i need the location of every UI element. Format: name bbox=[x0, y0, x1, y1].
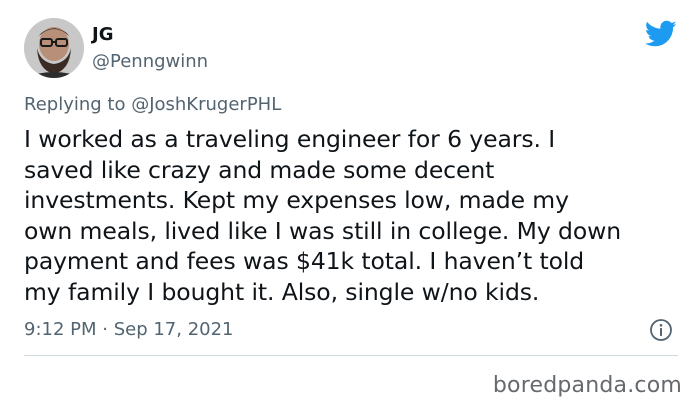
tweet-line: own meals, lived like I was still in col… bbox=[24, 216, 622, 245]
user-handle[interactable]: @Penngwinn bbox=[92, 51, 208, 72]
display-name[interactable]: JG bbox=[92, 24, 113, 45]
watermark: boredpanda.com bbox=[492, 373, 682, 398]
reply-mention-link[interactable]: @JoshKrugerPHL bbox=[131, 94, 281, 115]
avatar-image bbox=[24, 18, 84, 78]
twitter-bird-icon[interactable] bbox=[645, 20, 677, 48]
tweet-line: I worked as a traveling engineer for 6 y… bbox=[24, 125, 556, 153]
tweet-line: saved like crazy and made some decent bbox=[24, 155, 495, 184]
tweet-timestamp[interactable]: 9:12 PM · Sep 17, 2021 bbox=[24, 319, 234, 340]
tweet-text: I worked as a traveling engineer for 6 y… bbox=[24, 124, 684, 307]
tweet-card: JG @Penngwinn Replying to @JoshKrugerPHL… bbox=[0, 0, 700, 410]
tweet-line: my family I bought it. Also, single w/no… bbox=[24, 277, 540, 306]
tweet-line: payment and fees was $41k total. I haven… bbox=[24, 247, 585, 275]
info-icon[interactable] bbox=[649, 318, 673, 342]
divider bbox=[24, 355, 678, 356]
avatar[interactable] bbox=[24, 18, 84, 78]
replying-to: Replying to @JoshKrugerPHL bbox=[24, 94, 281, 115]
tweet-line: investments. Kept my expenses low, made … bbox=[24, 186, 569, 214]
replying-prefix: Replying to bbox=[24, 94, 132, 115]
